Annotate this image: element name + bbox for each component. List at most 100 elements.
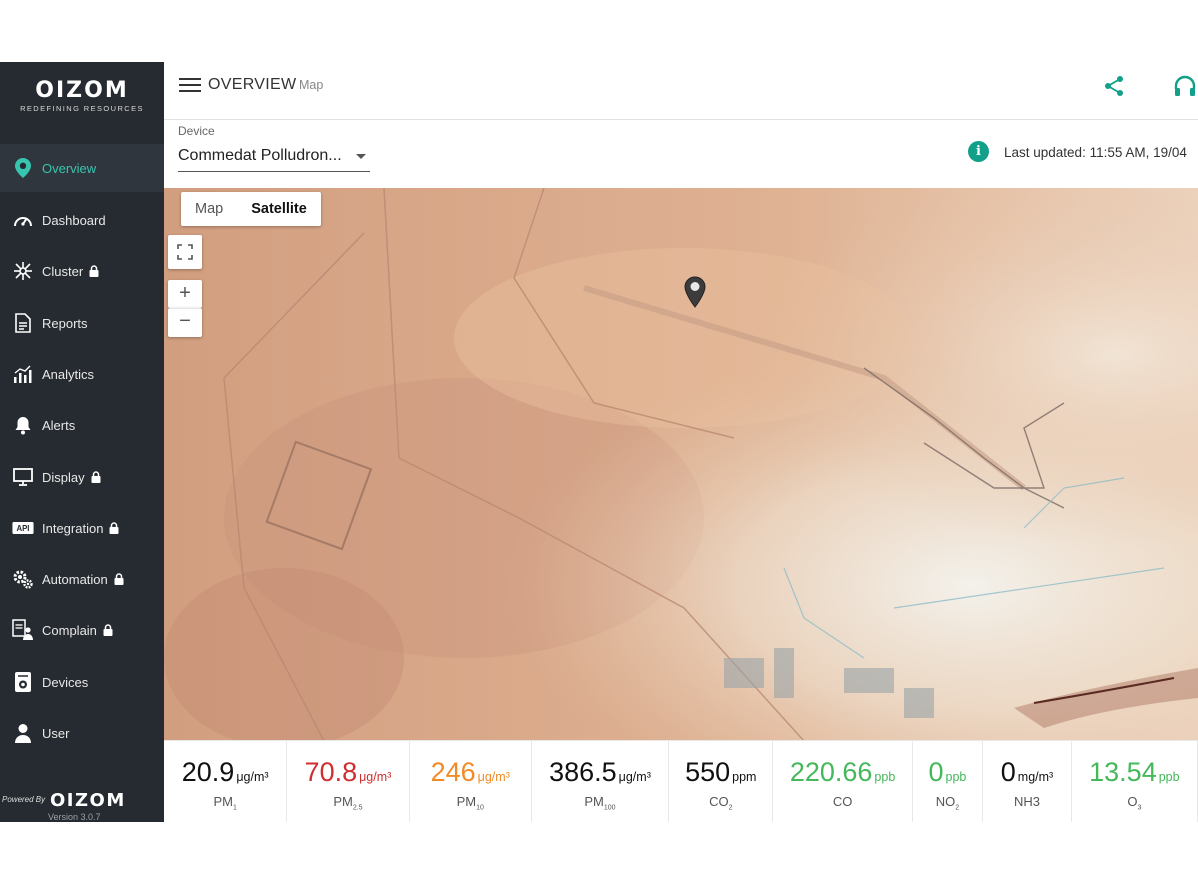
- sidebar-item-user[interactable]: User: [0, 709, 164, 757]
- lock-icon: [103, 624, 113, 636]
- api-icon: API: [12, 517, 34, 539]
- reading-pm2-5[interactable]: 70.8 μg/m³ PM2.5: [287, 741, 410, 822]
- device-selected-value: Commedat Polludron...: [178, 147, 342, 164]
- reading-unit: μg/m³: [618, 770, 651, 784]
- sidebar-item-label: User: [42, 725, 70, 741]
- complaint-form-icon: [12, 619, 34, 641]
- top-header: OVERVIEW Map: [164, 62, 1198, 120]
- sidebar-item-cluster[interactable]: Cluster: [0, 247, 164, 295]
- reading-value-line: 246 μg/m³: [410, 757, 531, 788]
- powered-by-text: Powered By: [2, 795, 46, 804]
- reading-nh3[interactable]: 0 mg/m³ NH3: [983, 741, 1072, 822]
- sidebar-item-automation[interactable]: Automation: [0, 555, 164, 603]
- reading-parameter: O3: [1127, 794, 1142, 812]
- lock-icon: [91, 471, 101, 483]
- svg-text:API: API: [17, 524, 30, 533]
- reading-co2[interactable]: 550 ppm CO2: [669, 741, 774, 822]
- sidebar-item-label: Alerts: [42, 417, 76, 433]
- reading-co[interactable]: 220.66 ppb CO: [773, 741, 913, 822]
- sidebar-item-dashboard[interactable]: Dashboard: [0, 196, 164, 244]
- reading-value: 246: [430, 757, 476, 787]
- reading-parameter: PM1: [213, 794, 237, 812]
- reading-unit: μg/m³: [236, 770, 269, 784]
- reading-value-line: 70.8 μg/m³: [287, 757, 408, 788]
- reading-unit: ppb: [1158, 770, 1180, 784]
- device-select[interactable]: Commedat Polludron...: [178, 143, 370, 172]
- reading-parameter: CO2: [709, 794, 733, 812]
- sidebar-item-label: Reports: [42, 315, 88, 331]
- share-icon[interactable]: [1102, 74, 1126, 98]
- sidebar-item-overview[interactable]: Overview: [0, 144, 164, 192]
- speedometer-icon: [12, 209, 34, 231]
- reading-unit: ppm: [732, 770, 757, 784]
- map-marker-icon[interactable]: [683, 276, 707, 308]
- reading-parameter: PM100: [584, 794, 616, 812]
- reading-no2[interactable]: 0 ppb NO2: [913, 741, 984, 822]
- brand-logo[interactable]: OIZOM REDEFINING RESOURCES: [0, 78, 164, 113]
- sidebar-item-label: Automation: [42, 571, 108, 587]
- reading-unit: mg/m³: [1017, 770, 1054, 784]
- device-icon: [12, 671, 34, 693]
- reading-pm10[interactable]: 246 μg/m³ PM10: [410, 741, 532, 822]
- map-type-map-button[interactable]: Map: [181, 192, 237, 226]
- zoom-in-button[interactable]: +: [168, 280, 202, 308]
- reading-parameter: CO: [832, 794, 853, 809]
- sidebar-item-label: Overview: [42, 160, 97, 176]
- reading-parameter: PM2.5: [333, 794, 363, 812]
- reading-value-line: 386.5 μg/m³: [532, 757, 668, 788]
- sidebar-item-reports[interactable]: Reports: [0, 299, 164, 347]
- bell-icon: [12, 414, 34, 436]
- reading-pm100[interactable]: 386.5 μg/m³ PM100: [532, 741, 670, 822]
- reading-value: 13.54: [1089, 757, 1157, 787]
- reading-value: 220.66: [789, 757, 873, 787]
- last-updated-text: Last updated: 11:55 AM, 19/04: [1004, 145, 1187, 160]
- cluster-network-icon: [12, 260, 34, 282]
- zoom-out-button[interactable]: −: [168, 308, 202, 337]
- reading-value: 0: [928, 757, 944, 787]
- reading-o3[interactable]: 13.54 ppb O3: [1072, 741, 1198, 822]
- sidebar-item-label: Integration: [42, 520, 104, 536]
- readings-bar: 20.9 μg/m³ PM1 70.8 μg/m³ PM2.5 246 μg/m³ P…: [164, 740, 1198, 822]
- menu-icon[interactable]: [179, 77, 201, 93]
- reading-value-line: 0 mg/m³: [983, 757, 1070, 788]
- sidebar-item-display[interactable]: Display: [0, 453, 164, 501]
- reading-value-line: 550 ppm: [669, 757, 772, 788]
- version-text: Version 3.0.7: [48, 812, 101, 822]
- reading-value: 20.9: [181, 757, 235, 787]
- sidebar-item-devices[interactable]: Devices: [0, 658, 164, 706]
- sidebar-item-label: Analytics: [42, 366, 95, 382]
- info-icon[interactable]: i: [968, 141, 989, 162]
- sidebar-item-integration[interactable]: API Integration: [0, 504, 164, 552]
- sidebar-item-label: Complain: [42, 622, 97, 638]
- sidebar-item-complain[interactable]: Complain: [0, 606, 164, 654]
- device-bar: Device Commedat Polludron... i Last upda…: [164, 120, 1198, 188]
- reading-parameter: NO2: [935, 794, 960, 812]
- reading-unit: ppb: [945, 770, 967, 784]
- bar-chart-icon: [12, 363, 34, 385]
- reading-value: 70.8: [304, 757, 358, 787]
- reading-unit: ppb: [874, 770, 896, 784]
- fullscreen-icon: [177, 244, 193, 260]
- reading-value-line: 0 ppb: [913, 757, 983, 788]
- reading-value-line: 20.9 μg/m³: [164, 757, 286, 788]
- fullscreen-button[interactable]: [168, 235, 202, 269]
- lock-icon: [114, 573, 124, 585]
- sidebar-item-label: Dashboard: [42, 212, 106, 228]
- sidebar: OIZOM REDEFINING RESOURCES Overview Dash…: [0, 62, 164, 822]
- reading-parameter: NH3: [1013, 794, 1040, 809]
- user-icon: [12, 722, 34, 744]
- reading-unit: μg/m³: [359, 770, 392, 784]
- satellite-map[interactable]: Map Satellite + −: [164, 188, 1198, 741]
- sidebar-item-analytics[interactable]: Analytics: [0, 350, 164, 398]
- reading-value: 386.5: [549, 757, 617, 787]
- reading-pm1[interactable]: 20.9 μg/m³ PM1: [164, 741, 288, 822]
- headset-icon[interactable]: [1172, 74, 1198, 100]
- map-type-satellite-button[interactable]: Satellite: [237, 192, 321, 226]
- reading-value: 550: [685, 757, 731, 787]
- app-window: OIZOM REDEFINING RESOURCES Overview Dash…: [0, 62, 1198, 822]
- map-type-toggle: Map Satellite: [181, 192, 321, 226]
- reading-unit: μg/m³: [477, 770, 510, 784]
- monitor-icon: [12, 466, 34, 488]
- sidebar-item-alerts[interactable]: Alerts: [0, 401, 164, 449]
- device-label: Device: [178, 124, 215, 138]
